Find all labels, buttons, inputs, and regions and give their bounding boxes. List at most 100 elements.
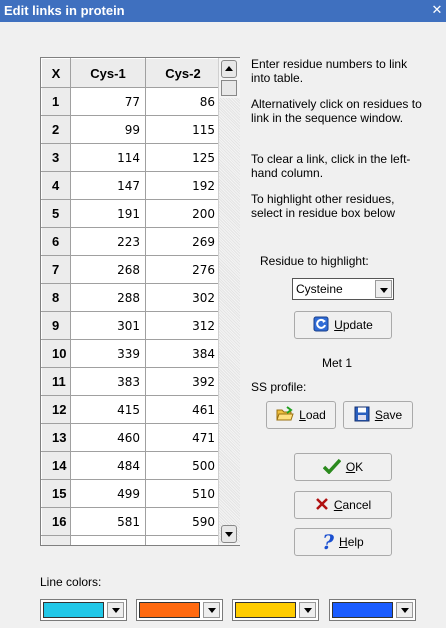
save-button[interactable]: Save	[343, 401, 413, 429]
residue-select[interactable]: Cysteine	[292, 278, 394, 300]
help-text-enter: Enter residue numbers to link into table…	[251, 57, 408, 85]
cell-cys-1[interactable]: 415	[70, 395, 146, 424]
table-row[interactable]: 17537582	[41, 535, 221, 545]
cell-cys-1[interactable]: 77	[70, 87, 146, 116]
col-header-cys-2[interactable]: Cys-2	[145, 58, 221, 88]
table-scrollbar[interactable]	[218, 58, 240, 545]
close-icon[interactable]: ✕	[430, 3, 444, 17]
chevron-down-icon[interactable]	[375, 280, 392, 298]
chevron-down-icon[interactable]	[299, 602, 316, 618]
table-row[interactable]: 6 223 269	[41, 227, 221, 256]
table-row[interactable]: 12 415 461	[41, 395, 221, 424]
row-header[interactable]: 10	[41, 339, 71, 368]
cell-cys-1[interactable]: 581	[70, 507, 146, 536]
row-header[interactable]: 1	[41, 87, 71, 116]
row-header[interactable]: 5	[41, 199, 71, 228]
cell-cys-2[interactable]: 590	[145, 507, 221, 536]
cell-cys-1[interactable]: 537	[70, 535, 146, 545]
line-color-picker-2[interactable]	[136, 599, 223, 621]
table-row[interactable]: 16 581 590	[41, 507, 221, 536]
cancel-button[interactable]: Cancel	[294, 491, 392, 519]
scroll-up-button[interactable]	[221, 60, 237, 78]
cell-cys-2[interactable]: 510	[145, 479, 221, 508]
cell-cys-2[interactable]: 200	[145, 199, 221, 228]
scroll-thumb[interactable]	[221, 80, 237, 96]
table-row[interactable]: 4 147 192	[41, 171, 221, 200]
x-mark-icon	[315, 497, 329, 514]
scroll-track[interactable]	[219, 98, 240, 543]
cell-cys-2[interactable]: 500	[145, 451, 221, 480]
row-header[interactable]: 13	[41, 423, 71, 452]
cell-cys-1[interactable]: 383	[70, 367, 146, 396]
table-row[interactable]: 5 191 200	[41, 199, 221, 228]
cell-cys-2[interactable]: 115	[145, 115, 221, 144]
row-header[interactable]: 17	[41, 535, 71, 545]
cell-cys-1[interactable]: 191	[70, 199, 146, 228]
save-label: ave	[382, 408, 403, 422]
cell-cys-2[interactable]: 302	[145, 283, 221, 312]
table-row[interactable]: 8 288 302	[41, 283, 221, 312]
row-header[interactable]: 16	[41, 507, 71, 536]
row-header[interactable]: 15	[41, 479, 71, 508]
row-header[interactable]: 3	[41, 143, 71, 172]
residue-select-value: Cysteine	[296, 282, 343, 296]
table-row[interactable]: 9 301 312	[41, 311, 221, 340]
load-button[interactable]: Load	[266, 401, 336, 429]
cell-cys-1[interactable]: 288	[70, 283, 146, 312]
cell-cys-2[interactable]: 471	[145, 423, 221, 452]
table-row[interactable]: 13 460 471	[41, 423, 221, 452]
cell-cys-2[interactable]: 269	[145, 227, 221, 256]
scroll-down-button[interactable]	[221, 525, 237, 543]
row-header[interactable]: 6	[41, 227, 71, 256]
cell-cys-2[interactable]: 192	[145, 171, 221, 200]
table-row[interactable]: 14 484 500	[41, 451, 221, 480]
residue-highlight-label: Residue to highlight:	[260, 254, 369, 268]
cell-cys-1[interactable]: 147	[70, 171, 146, 200]
cell-cys-2[interactable]: 125	[145, 143, 221, 172]
table-row[interactable]: 1 77 86	[41, 87, 221, 116]
cell-cys-2[interactable]: 461	[145, 395, 221, 424]
cell-cys-1[interactable]: 268	[70, 255, 146, 284]
help-button[interactable]: ? Help	[294, 528, 392, 556]
table-row[interactable]: 2 99 115	[41, 115, 221, 144]
table-row[interactable]: 10 339 384	[41, 339, 221, 368]
links-table[interactable]: X Cys-1 Cys-2 1 77 86 2 99 115 3 114 125 4 147 192 5…	[40, 57, 240, 546]
table-row[interactable]: 7 268 276	[41, 255, 221, 284]
chevron-down-icon[interactable]	[107, 602, 124, 618]
chevron-down-icon[interactable]	[396, 602, 413, 618]
cell-cys-1[interactable]: 484	[70, 451, 146, 480]
table-row[interactable]: 11 383 392	[41, 367, 221, 396]
table-row[interactable]: 3 114 125	[41, 143, 221, 172]
row-header[interactable]: 2	[41, 115, 71, 144]
row-header[interactable]: 11	[41, 367, 71, 396]
row-header[interactable]: 12	[41, 395, 71, 424]
cell-cys-1[interactable]: 301	[70, 311, 146, 340]
cell-cys-1[interactable]: 114	[70, 143, 146, 172]
cell-cys-2[interactable]: 582	[145, 535, 221, 545]
line-color-picker-4[interactable]	[329, 599, 416, 621]
ok-button[interactable]: OK	[294, 453, 392, 481]
cell-cys-1[interactable]: 99	[70, 115, 146, 144]
cell-cys-1[interactable]: 499	[70, 479, 146, 508]
row-header[interactable]: 14	[41, 451, 71, 480]
cell-cys-1[interactable]: 460	[70, 423, 146, 452]
line-color-picker-3[interactable]	[232, 599, 319, 621]
cell-cys-2[interactable]: 86	[145, 87, 221, 116]
table-row[interactable]: 15 499 510	[41, 479, 221, 508]
row-header[interactable]: 7	[41, 255, 71, 284]
cell-cys-2[interactable]: 384	[145, 339, 221, 368]
row-header[interactable]: 4	[41, 171, 71, 200]
col-header-x[interactable]: X	[41, 58, 71, 88]
floppy-disk-icon	[354, 406, 370, 425]
chevron-down-icon[interactable]	[203, 602, 220, 618]
line-color-picker-1[interactable]	[40, 599, 127, 621]
row-header[interactable]: 8	[41, 283, 71, 312]
cell-cys-1[interactable]: 339	[70, 339, 146, 368]
cell-cys-2[interactable]: 392	[145, 367, 221, 396]
cell-cys-2[interactable]: 276	[145, 255, 221, 284]
update-button[interactable]: Update	[294, 311, 392, 339]
cell-cys-1[interactable]: 223	[70, 227, 146, 256]
row-header[interactable]: 9	[41, 311, 71, 340]
col-header-cys-1[interactable]: Cys-1	[70, 58, 146, 88]
cell-cys-2[interactable]: 312	[145, 311, 221, 340]
